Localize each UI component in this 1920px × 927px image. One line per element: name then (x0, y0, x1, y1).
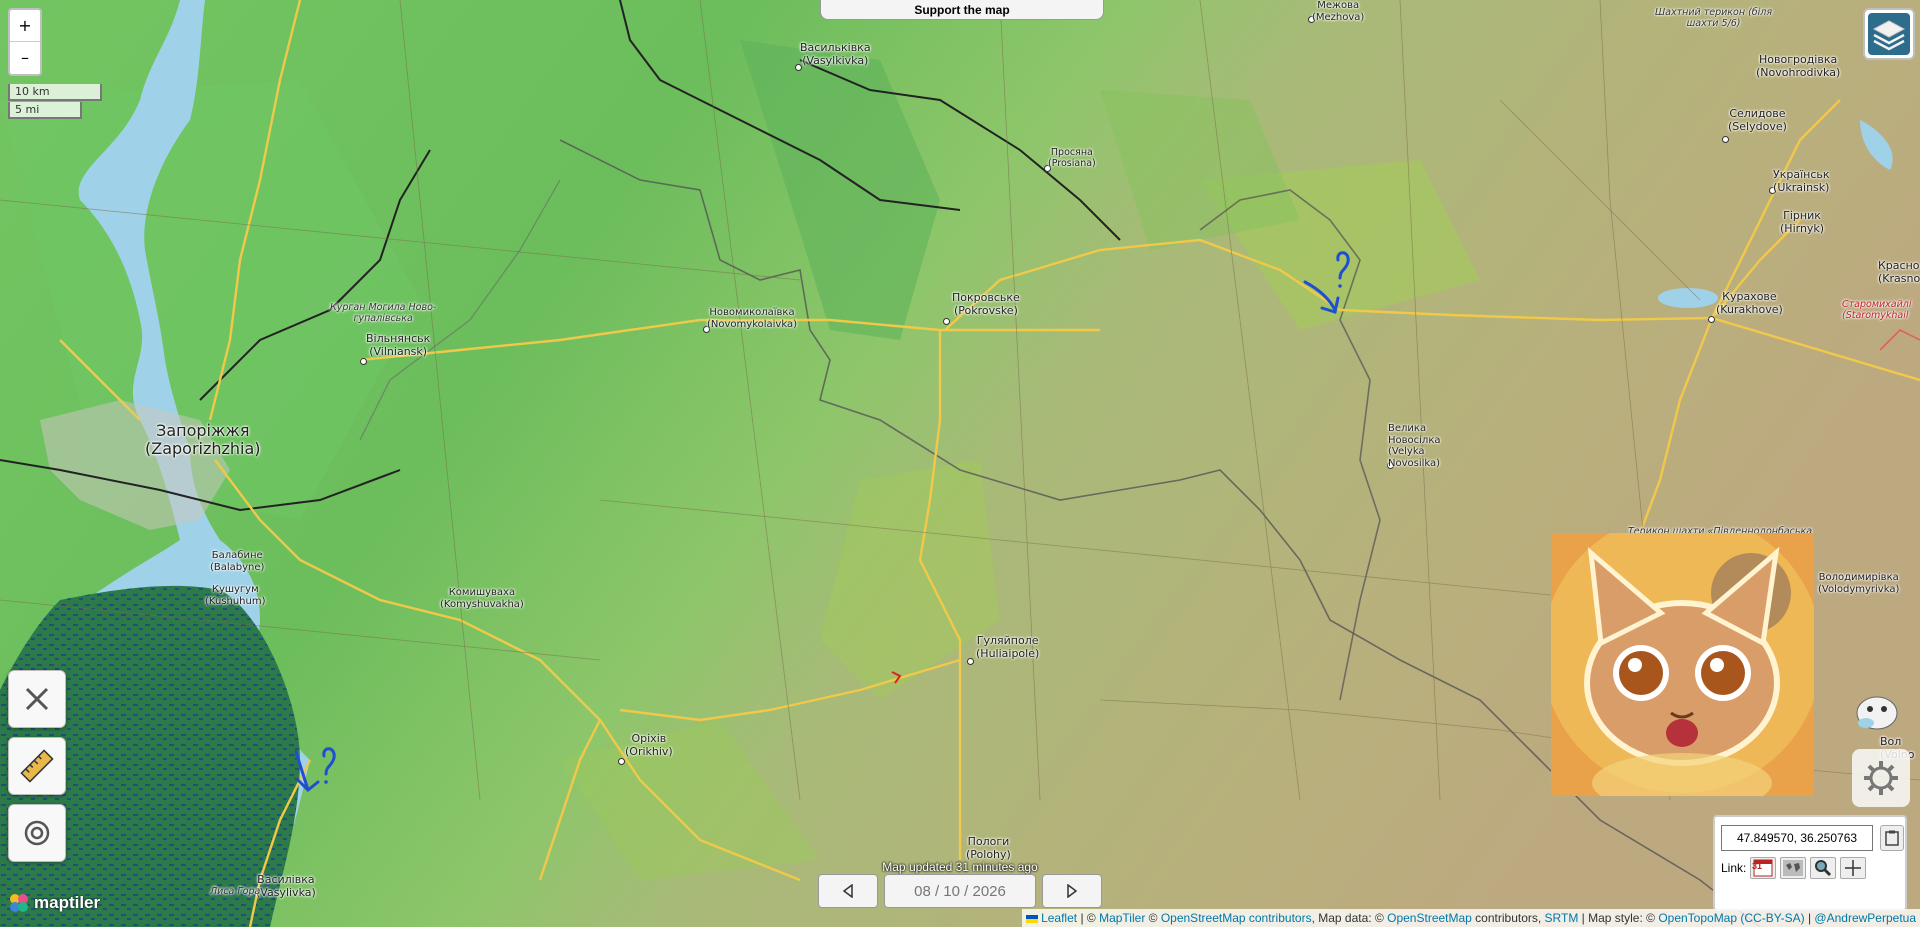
coordinates-input[interactable] (1721, 825, 1873, 851)
place-kushuhum: Кушугум (Kushuhum) (205, 584, 266, 607)
maptiler-logo[interactable]: maptiler (8, 892, 100, 914)
zoom-link-button[interactable] (1810, 857, 1837, 879)
place-volodymyrivka: Володимирівка (Volodymyrivka) (1818, 572, 1900, 595)
attrib-mapdata: , Map data: © (1311, 911, 1388, 925)
zoom-control: + – (8, 8, 42, 76)
target-icon (24, 820, 50, 846)
place-vasylkivka-north: Васильківка (Vasylkivka) (800, 41, 871, 67)
link-label: Link: (1721, 861, 1747, 875)
world-map-icon (1783, 860, 1804, 876)
attrib-sep2: © (1145, 911, 1161, 925)
x-share-button[interactable] (8, 670, 66, 728)
place-pokrovske: Покровське (Pokrovske) (952, 291, 1020, 317)
layers-button[interactable] (1863, 8, 1915, 60)
x-logo-icon (25, 687, 49, 711)
support-the-map-button[interactable]: Support the map (820, 0, 1104, 20)
attrib-sep1: | © (1077, 911, 1100, 925)
clipboard-icon (1885, 830, 1899, 846)
magnifier-icon (1815, 860, 1832, 877)
place-vilniansk: Вільнянськ (Vilniansk) (366, 332, 431, 358)
place-staromykhailivka: Старомихайлі (Staromykhail (1842, 299, 1912, 321)
place-polohy: Пологи (Polohy) (966, 835, 1011, 861)
triangle-left-icon (842, 884, 853, 898)
cc-by-sa-link[interactable]: (CC-BY-SA) (1740, 911, 1804, 925)
attrib-style: | Map style: © (1578, 911, 1659, 925)
next-date-button[interactable] (1042, 874, 1102, 908)
map-updated-text: Map updated 31 minutes ago (882, 860, 1038, 874)
calendar-day: 31 (1752, 861, 1763, 871)
srtm-link[interactable]: SRTM (1545, 911, 1579, 925)
cat-illustration (1551, 533, 1814, 796)
place-selydove: Селидове (Selydove) (1728, 107, 1787, 133)
place-komyshuvakha: Комишуваха (Komyshuvakha) (440, 587, 524, 610)
attrib-sep3: | (1804, 911, 1815, 925)
triangle-right-icon (1067, 884, 1078, 898)
ruler-icon (20, 749, 54, 783)
author-link[interactable]: @AndrewPerpetua (1814, 911, 1916, 925)
layers-icon (1868, 13, 1910, 55)
measure-ruler-button[interactable] (8, 737, 66, 795)
maptiler-text: maptiler (34, 893, 101, 912)
ukraine-flag-icon (1025, 914, 1038, 923)
osm-contributors-link[interactable]: OpenStreetMap contributors (1161, 911, 1312, 925)
gear-icon (1852, 749, 1910, 807)
locate-button[interactable] (8, 804, 66, 862)
coordinate-panel: Link: (1713, 815, 1907, 911)
previous-date-button[interactable] (818, 874, 878, 908)
attrib-contrib: contributors, (1471, 911, 1545, 925)
world-map-link-button[interactable] (1780, 857, 1807, 879)
place-balabyne: Балабине (Balabyne) (210, 550, 265, 573)
opentopomap-link[interactable]: OpenTopoMap (1658, 911, 1737, 925)
place-novomykolaivka: Новомиколаївка (Novomykolaivka) (707, 307, 797, 330)
place-orikhiv: Оріхів (Orikhiv) (625, 732, 673, 758)
mascot-icon (1856, 696, 1898, 730)
scale-km: 10 km (8, 84, 102, 101)
place-hirnyk: Гірник (Hirnyk) (1780, 209, 1825, 235)
cat-picture (1551, 533, 1814, 796)
scale-mi: 5 mi (8, 102, 82, 119)
settings-button[interactable] (1852, 749, 1910, 807)
place-mezhova: Межова (Mezhova) (1312, 0, 1365, 23)
place-terykon: Шахтний терикон (біля шахти 5/6) (1655, 7, 1773, 29)
crosshair-icon (1845, 860, 1862, 876)
place-prosiana: Просяна (Prosiana) (1048, 147, 1096, 169)
link-row: Link: (1721, 857, 1867, 879)
crosshair-link-button[interactable] (1840, 857, 1867, 879)
date-display[interactable]: 08 / 10 / 2026 (884, 874, 1036, 908)
zoom-out-button[interactable]: – (10, 42, 40, 73)
place-kurakhove: Курахове (Kurakhove) (1716, 290, 1783, 316)
place-novohrodivka: Новогродівка (Novohrodivka) (1756, 53, 1841, 79)
place-velyka-novosilka: Велика Новосілка (Velyka Novosilka) (1388, 423, 1441, 469)
place-vasylivka: Василівка (Vasylivka) (256, 873, 316, 899)
osm-link[interactable]: OpenStreetMap (1387, 911, 1472, 925)
attribution-bar: Leaflet | © MapTiler © OpenStreetMap con… (1021, 909, 1920, 927)
place-huliaipole: Гуляйполе (Huliaipole) (976, 634, 1040, 660)
copy-coordinates-button[interactable] (1880, 825, 1904, 851)
place-krasno: Красно (Krasno (1878, 259, 1920, 285)
maptiler-icon (10, 894, 28, 912)
place-ukrainsk: Українськ (Ukrainsk) (1773, 168, 1830, 194)
maptiler-link[interactable]: MapTiler (1099, 911, 1145, 925)
place-kurhan: Курган Могила Ново-гупалівська (330, 302, 437, 324)
place-lysa-hora: Лиса Гора (210, 886, 261, 897)
zoom-in-button[interactable]: + (10, 10, 40, 42)
leaflet-link[interactable]: Leaflet (1041, 911, 1077, 925)
place-zaporizhzhia: Запоріжжя (Zaporizhzhia) (145, 421, 261, 459)
